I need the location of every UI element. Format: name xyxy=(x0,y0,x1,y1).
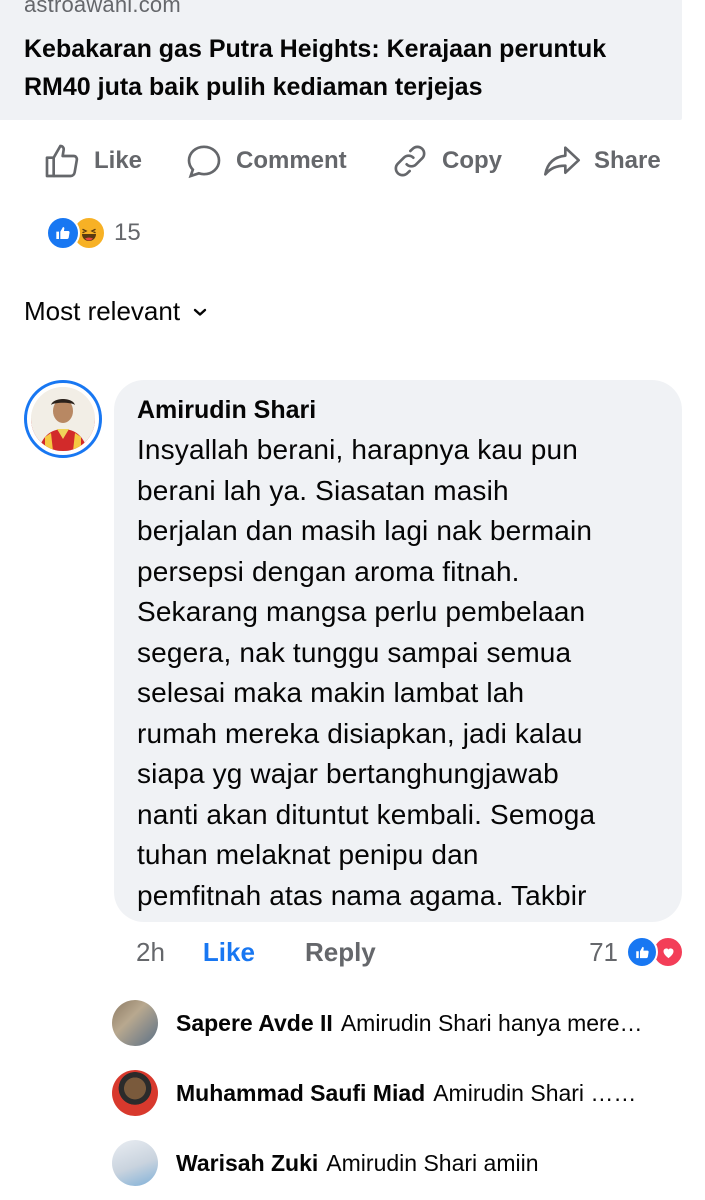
like-reaction-icon xyxy=(626,936,658,968)
copy-button[interactable]: Copy xyxy=(390,128,502,194)
thumbs-up-icon xyxy=(45,144,79,178)
comment-meta: 2h Like Reply 71 xyxy=(136,932,684,972)
reaction-summary[interactable]: 15 xyxy=(46,216,141,250)
reply-preview-text: Amirudin Shari hanya mere… xyxy=(340,1009,643,1036)
reply-preview-text: Amirudin Shari amiin xyxy=(326,1149,539,1176)
sort-label: Most relevant xyxy=(24,296,181,326)
chevron-down-icon xyxy=(193,308,207,316)
comment-like-button[interactable]: Like xyxy=(203,937,255,968)
comment-text: Insyallah berani, harapnya kau pun beran… xyxy=(137,434,596,911)
post-action-bar: Like Comment Copy Share xyxy=(0,128,705,194)
link-title[interactable]: Kebakaran gas Putra Heights: Kerajaan pe… xyxy=(24,30,674,106)
comment-sort-dropdown[interactable]: Most relevant xyxy=(24,296,208,327)
comment-reactions[interactable]: 71 xyxy=(589,936,684,968)
reply-author[interactable]: Muhammad Saufi Miad xyxy=(176,1080,425,1107)
reply-item[interactable]: Sapere Avde II Amirudin Shari hanya mere… xyxy=(112,998,692,1048)
comment-button-label: Comment xyxy=(236,147,347,174)
avatar[interactable] xyxy=(112,1000,158,1046)
reaction-count: 15 xyxy=(114,219,141,246)
profile-photo xyxy=(31,387,95,451)
like-reaction-icon xyxy=(46,216,80,250)
like-button[interactable]: Like xyxy=(42,128,142,194)
link-domain: astroawani.com xyxy=(24,0,181,17)
avatar[interactable] xyxy=(24,380,102,458)
share-arrow-icon xyxy=(544,146,580,176)
link-icon xyxy=(394,145,426,177)
comment-author[interactable]: Amirudin Shari xyxy=(137,394,660,426)
reply-item[interactable]: Warisah Zuki Amirudin Shari amiin xyxy=(112,1138,692,1188)
reply-item[interactable]: Muhammad Saufi Miad Amirudin Shari …… xyxy=(112,1068,692,1118)
reply-author[interactable]: Warisah Zuki xyxy=(176,1150,318,1177)
comment-bubble-icon xyxy=(187,145,221,179)
comment-bubble[interactable]: Amirudin Shari Insyallah berani, harapny… xyxy=(114,380,682,922)
reply-preview-text: Amirudin Shari …… xyxy=(433,1079,637,1106)
comment-timestamp[interactable]: 2h xyxy=(136,937,165,968)
share-button[interactable]: Share xyxy=(542,128,661,194)
avatar[interactable] xyxy=(112,1140,158,1186)
comment-button[interactable]: Comment xyxy=(184,128,347,194)
link-preview-card[interactable]: astroawani.com Kebakaran gas Putra Heigh… xyxy=(0,0,682,120)
share-button-label: Share xyxy=(594,147,661,174)
comment-reaction-count: 71 xyxy=(589,936,618,967)
reply-author[interactable]: Sapere Avde II xyxy=(176,1010,333,1037)
comment-reply-button[interactable]: Reply xyxy=(305,937,376,968)
copy-button-label: Copy xyxy=(442,147,502,174)
avatar[interactable] xyxy=(112,1070,158,1116)
like-button-label: Like xyxy=(94,147,143,174)
